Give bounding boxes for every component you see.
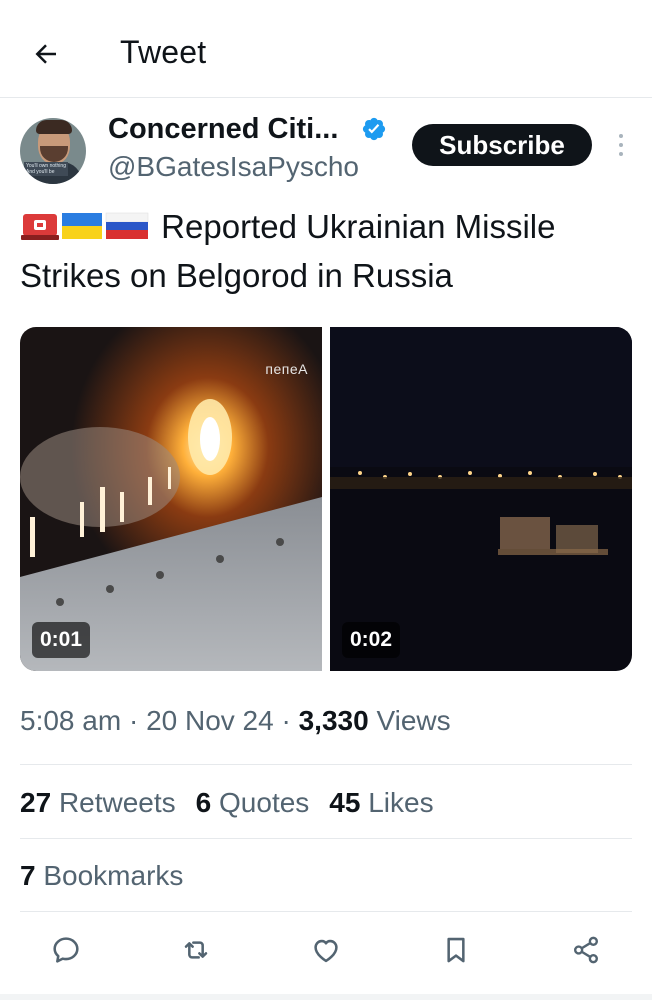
- bookmarks-stat[interactable]: 7 Bookmarks: [20, 860, 183, 892]
- reply-button[interactable]: [46, 928, 86, 972]
- video-2[interactable]: 0:02: [330, 327, 632, 671]
- video-watermark: пепеА: [265, 361, 308, 377]
- bookmark-icon: [447, 937, 465, 963]
- media-grid: пепеА 0:01 0:02: [20, 327, 632, 671]
- engagement-stats: 27 Retweets 6 Quotes 45 Likes: [20, 787, 454, 819]
- back-button[interactable]: [26, 34, 66, 74]
- share-icon: [574, 936, 598, 964]
- verified-badge-icon: [362, 117, 386, 141]
- avatar[interactable]: You'll own nothing And you'll be happy: [20, 118, 86, 184]
- views-count: 3,330: [298, 705, 369, 736]
- retweets-stat[interactable]: 27 Retweets: [20, 787, 176, 819]
- tweet-date: 20 Nov 24: [146, 705, 274, 736]
- divider: [20, 911, 632, 912]
- retweet-button[interactable]: [176, 928, 216, 972]
- bookmark-button[interactable]: [436, 928, 476, 972]
- top-bar: Tweet: [0, 0, 652, 98]
- like-button[interactable]: [306, 928, 346, 972]
- like-icon: [314, 939, 338, 963]
- share-button[interactable]: [566, 928, 606, 972]
- subscribe-button[interactable]: Subscribe: [412, 124, 592, 166]
- russia-flag-emoji: [105, 212, 149, 239]
- retweet-icon: [184, 941, 208, 959]
- tweet-text: Reported Ukrainian Missile Strikes on Be…: [20, 202, 640, 300]
- reply-icon: [53, 937, 79, 963]
- arrow-left-icon: [35, 44, 56, 64]
- video-duration-badge: 0:02: [342, 622, 401, 658]
- divider: [20, 764, 632, 765]
- ukraine-flag-emoji: [62, 213, 102, 239]
- tweet-actions: [0, 928, 652, 978]
- quotes-stat[interactable]: 6 Quotes: [196, 787, 310, 819]
- author-display-name[interactable]: Concerned Citi...: [108, 113, 338, 146]
- likes-stat[interactable]: 45 Likes: [329, 787, 433, 819]
- video-duration-badge: 0:01: [32, 622, 91, 658]
- tweet-time: 5:08 am: [20, 705, 122, 736]
- tweet-meta: 5:08 am · 20 Nov 24 · 3,330 Views: [20, 705, 451, 736]
- avatar-caption: You'll own nothing And you'll be happy: [24, 162, 68, 176]
- video-2-thumbnail: [330, 327, 632, 671]
- bottom-edge: [0, 994, 652, 1000]
- views-label: Views: [376, 705, 451, 736]
- more-options-icon[interactable]: [610, 128, 632, 162]
- page-title: Tweet: [120, 34, 207, 70]
- video-1-thumbnail: [20, 327, 322, 671]
- author-handle[interactable]: @BGatesIsaPyscho: [108, 151, 359, 183]
- rotating-light-emoji: [21, 214, 59, 240]
- divider: [20, 838, 632, 839]
- video-1[interactable]: пепеА 0:01: [20, 327, 322, 671]
